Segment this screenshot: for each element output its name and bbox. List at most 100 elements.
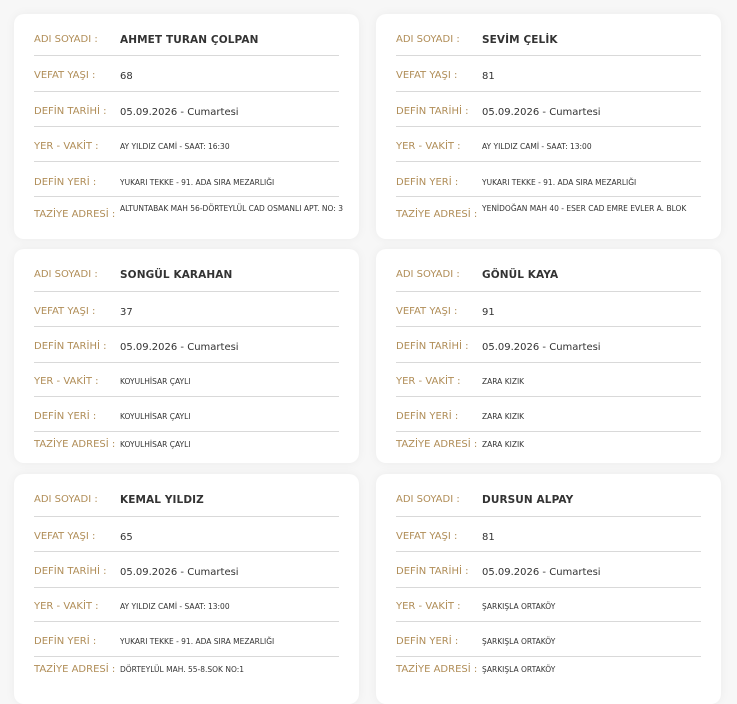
age-label: VEFAT YAŞI : [34, 306, 96, 317]
name-value: KEMAL YILDIZ [120, 494, 204, 506]
age-row: VEFAT YAŞI : 81 [396, 531, 701, 552]
name-row: ADI SOYADI : SEVİM ÇELİK [396, 34, 701, 56]
name-label: ADI SOYADI : [396, 34, 460, 45]
burial-date-row: DEFİN TARİHİ : 05.09.2026 - Cumartesi [396, 106, 701, 127]
age-value: 81 [482, 532, 495, 543]
name-label: ADI SOYADI : [396, 269, 460, 280]
burial-date-value: 05.09.2026 - Cumartesi [120, 567, 239, 578]
burial-place-value: ŞARKIŞLA ORTAKÖY [482, 637, 556, 646]
burial-date-label: DEFİN TARİHİ : [396, 341, 469, 352]
age-row: VEFAT YAŞI : 68 [34, 70, 339, 92]
burial-date-label: DEFİN TARİHİ : [396, 566, 469, 577]
condolence-address-row: TAZİYE ADRESİ : DÖRTEYLÜL MAH. 55-8.SOK … [34, 664, 339, 680]
condolence-address-value: ZARA KIZIK [482, 440, 525, 449]
obituary-card: ADI SOYADI : SEVİM ÇELİK VEFAT YAŞI : 81… [376, 14, 721, 239]
condolence-address-value: ŞARKIŞLA ORTAKÖY [482, 665, 556, 674]
burial-place-value: YUKARI TEKKE - 91. ADA SIRA MEZARLIĞI [482, 178, 637, 187]
burial-date-row: DEFİN TARİHİ : 05.09.2026 - Cumartesi [34, 106, 339, 127]
condolence-address-row: TAZİYE ADRESİ : ZARA KIZIK [396, 439, 701, 455]
name-row: ADI SOYADI : DURSUN ALPAY [396, 494, 701, 517]
condolence-address-value: ALTUNTABAK MAH 56-DÖRTEYLÜL CAD OSMANLI … [120, 204, 343, 213]
name-row: ADI SOYADI : KEMAL YILDIZ [34, 494, 339, 517]
burial-place-value: YUKARI TEKKE - 91. ADA SIRA MEZARLIĞI [120, 178, 275, 187]
place-time-label: YER - VAKİT : [396, 601, 461, 612]
condolence-address-row: TAZİYE ADRESİ : YENİDOĞAN MAH 40 - ESER … [396, 203, 701, 229]
place-time-row: YER - VAKİT : KOYULHİSAR ÇAYLI [34, 376, 339, 397]
obituary-card: ADI SOYADI : GÖNÜL KAYA VEFAT YAŞI : 91 … [376, 249, 721, 463]
condolence-address-label: TAZİYE ADRESİ : [396, 439, 478, 450]
condolence-address-value: YENİDOĞAN MAH 40 - ESER CAD EMRE EVLER A… [482, 204, 687, 213]
place-time-value: ZARA KIZIK [482, 377, 525, 386]
name-value: AHMET TURAN ÇOLPAN [120, 34, 259, 46]
burial-place-label: DEFİN YERİ : [396, 636, 459, 647]
condolence-address-label: TAZİYE ADRESİ : [34, 664, 116, 675]
burial-date-label: DEFİN TARİHİ : [396, 106, 469, 117]
place-time-label: YER - VAKİT : [396, 376, 461, 387]
burial-place-row: DEFİN YERİ : YUKARI TEKKE - 91. ADA SIRA… [34, 177, 339, 197]
name-row: ADI SOYADI : AHMET TURAN ÇOLPAN [34, 34, 339, 56]
place-time-value: ŞARKIŞLA ORTAKÖY [482, 602, 556, 611]
obituary-card: ADI SOYADI : KEMAL YILDIZ VEFAT YAŞI : 6… [14, 474, 359, 704]
burial-date-row: DEFİN TARİHİ : 05.09.2026 - Cumartesi [34, 341, 339, 363]
age-row: VEFAT YAŞI : 81 [396, 70, 701, 92]
condolence-address-row: TAZİYE ADRESİ : ŞARKIŞLA ORTAKÖY [396, 664, 701, 680]
place-time-label: YER - VAKİT : [34, 376, 99, 387]
burial-date-row: DEFİN TARİHİ : 05.09.2026 - Cumartesi [396, 341, 701, 363]
burial-place-value: KOYULHİSAR ÇAYLI [120, 412, 191, 421]
age-value: 68 [120, 71, 133, 82]
name-label: ADI SOYADI : [34, 34, 98, 45]
burial-date-label: DEFİN TARİHİ : [34, 566, 107, 577]
place-time-value: AY YILDIZ CAMİ - SAAT: 16:30 [120, 142, 230, 151]
place-time-value: AY YILDIZ CAMİ - SAAT: 13:00 [120, 602, 230, 611]
burial-date-value: 05.09.2026 - Cumartesi [482, 567, 601, 578]
burial-place-label: DEFİN YERİ : [396, 411, 459, 422]
place-time-row: YER - VAKİT : ŞARKIŞLA ORTAKÖY [396, 601, 701, 622]
burial-date-label: DEFİN TARİHİ : [34, 106, 107, 117]
place-time-row: YER - VAKİT : AY YILDIZ CAMİ - SAAT: 13:… [396, 141, 701, 162]
burial-place-row: DEFİN YERİ : YUKARI TEKKE - 91. ADA SIRA… [396, 177, 701, 197]
name-label: ADI SOYADI : [396, 494, 460, 505]
burial-date-value: 05.09.2026 - Cumartesi [120, 342, 239, 353]
condolence-address-row: TAZİYE ADRESİ : ALTUNTABAK MAH 56-DÖRTEY… [34, 203, 343, 229]
age-value: 37 [120, 307, 133, 318]
age-label: VEFAT YAŞI : [34, 531, 96, 542]
name-value: SONGÜL KARAHAN [120, 269, 233, 281]
burial-date-value: 05.09.2026 - Cumartesi [482, 342, 601, 353]
obituary-card: ADI SOYADI : SONGÜL KARAHAN VEFAT YAŞI :… [14, 249, 359, 463]
place-time-label: YER - VAKİT : [34, 141, 99, 152]
obituary-card: ADI SOYADI : DURSUN ALPAY VEFAT YAŞI : 8… [376, 474, 721, 704]
burial-place-row: DEFİN YERİ : ZARA KIZIK [396, 411, 701, 432]
age-value: 91 [482, 307, 495, 318]
name-row: ADI SOYADI : SONGÜL KARAHAN [34, 269, 339, 292]
age-label: VEFAT YAŞI : [396, 531, 458, 542]
place-time-value: AY YILDIZ CAMİ - SAAT: 13:00 [482, 142, 592, 151]
age-value: 65 [120, 532, 133, 543]
name-label: ADI SOYADI : [34, 269, 98, 280]
burial-place-value: ZARA KIZIK [482, 412, 525, 421]
condolence-address-value: KOYULHİSAR ÇAYLI [120, 440, 191, 449]
condolence-address-value: DÖRTEYLÜL MAH. 55-8.SOK NO:1 [120, 665, 245, 674]
condolence-address-label: TAZİYE ADRESİ : [34, 439, 116, 450]
name-value: DURSUN ALPAY [482, 494, 574, 506]
burial-place-label: DEFİN YERİ : [34, 177, 97, 188]
condolence-address-label: TAZİYE ADRESİ : [396, 209, 478, 220]
condolence-address-label: TAZİYE ADRESİ : [396, 664, 478, 675]
obituary-card: ADI SOYADI : AHMET TURAN ÇOLPAN VEFAT YA… [14, 14, 359, 239]
burial-date-row: DEFİN TARİHİ : 05.09.2026 - Cumartesi [34, 566, 339, 588]
age-value: 81 [482, 71, 495, 82]
burial-date-value: 05.09.2026 - Cumartesi [482, 107, 601, 118]
burial-place-label: DEFİN YERİ : [34, 411, 97, 422]
age-row: VEFAT YAŞI : 37 [34, 306, 339, 327]
burial-date-row: DEFİN TARİHİ : 05.09.2026 - Cumartesi [396, 566, 701, 588]
place-time-value: KOYULHİSAR ÇAYLI [120, 377, 191, 386]
condolence-address-row: TAZİYE ADRESİ : KOYULHİSAR ÇAYLI [34, 439, 339, 455]
burial-place-row: DEFİN YERİ : YUKARI TEKKE - 91. ADA SIRA… [34, 636, 339, 657]
place-time-label: YER - VAKİT : [34, 601, 99, 612]
place-time-row: YER - VAKİT : AY YILDIZ CAMİ - SAAT: 13:… [34, 601, 339, 622]
condolence-address-label: TAZİYE ADRESİ : [34, 209, 116, 220]
name-row: ADI SOYADI : GÖNÜL KAYA [396, 269, 701, 292]
age-label: VEFAT YAŞI : [396, 306, 458, 317]
burial-place-label: DEFİN YERİ : [34, 636, 97, 647]
burial-place-value: YUKARI TEKKE - 91. ADA SIRA MEZARLIĞI [120, 637, 275, 646]
place-time-row: YER - VAKİT : ZARA KIZIK [396, 376, 701, 397]
